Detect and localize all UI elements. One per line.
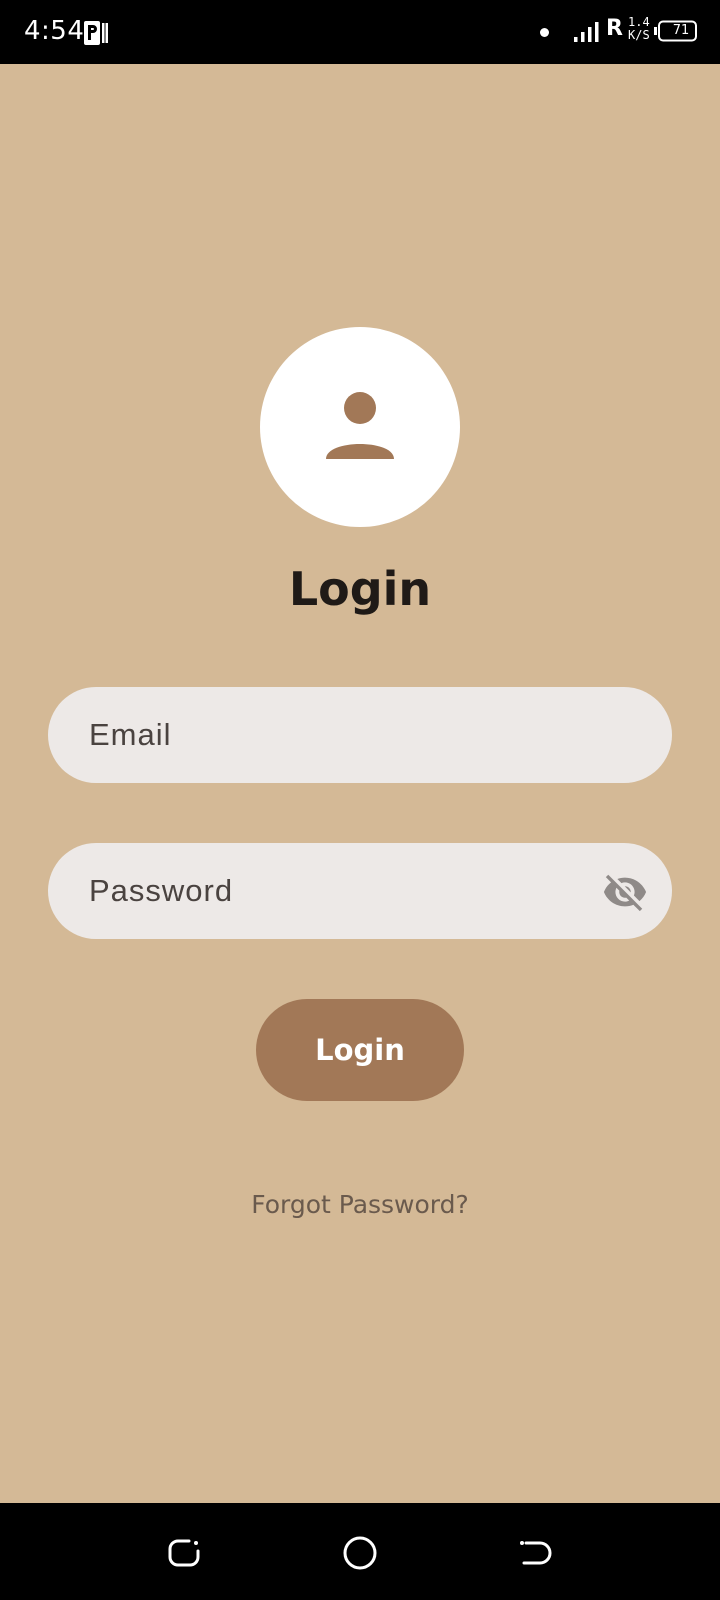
login-button[interactable]: Login [256,999,464,1101]
home-icon[interactable] [340,1533,380,1573]
avatar [260,327,460,527]
battery-level: 71 [672,23,690,38]
recents-icon[interactable] [164,1533,204,1573]
status-time: 4:54 [24,16,85,46]
visibility-off-icon[interactable] [602,869,648,915]
status-bar: 4:54 R 1.4 K/S 71 [0,0,720,64]
notification-dot [540,28,549,37]
password-field[interactable] [48,843,672,939]
forgot-password-link[interactable]: Forgot Password? [0,1190,720,1219]
email-input[interactable] [48,687,672,783]
roaming-indicator: R [606,16,623,41]
signal-icon [574,20,602,49]
password-input[interactable] [48,843,672,939]
network-speed-value: 1.4 [628,15,650,29]
network-speed-unit: K/S [628,28,650,42]
network-speed: 1.4 K/S [628,16,650,42]
navigation-bar [0,1503,720,1600]
page-title: Login [288,562,432,616]
back-icon[interactable] [516,1533,556,1573]
parking-app-icon [84,20,108,51]
person-icon [326,392,394,459]
email-field[interactable] [48,687,672,783]
